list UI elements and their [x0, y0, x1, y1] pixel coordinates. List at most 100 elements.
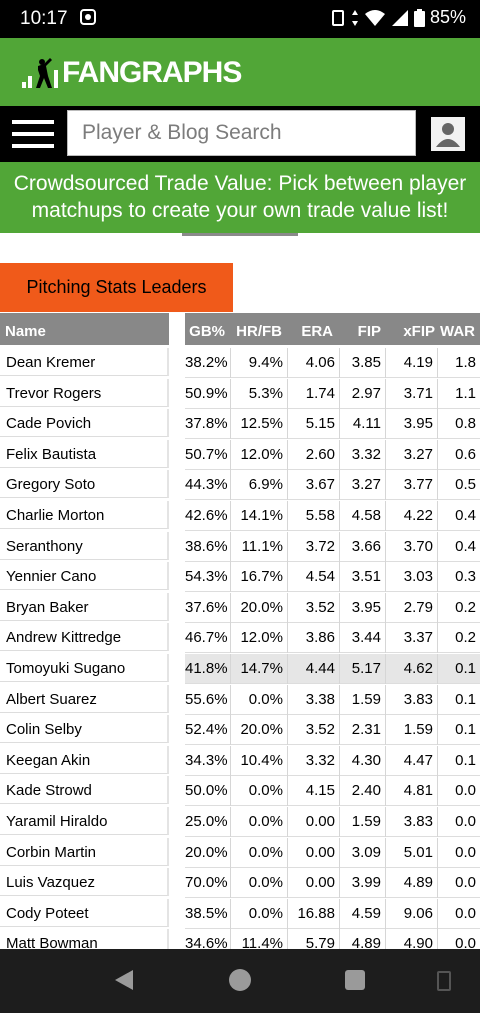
home-icon[interactable] [228, 968, 252, 992]
column-header-hrfb[interactable]: HR/FB [236, 323, 282, 340]
player-name-link[interactable]: Seranthony [0, 531, 169, 560]
xfip-cell: 4.89 [386, 868, 438, 899]
back-icon[interactable] [113, 968, 135, 992]
hrfb-cell: 20.0% [231, 592, 288, 623]
settings-icon [80, 9, 96, 25]
war-cell: 1.8 [455, 354, 476, 371]
pitching-leaders-tab[interactable]: Pitching Stats Leaders [0, 263, 233, 312]
site-header: FANGRAPHS [0, 38, 480, 106]
player-name-link[interactable]: Luis Vazquez [0, 868, 169, 897]
player-name-link[interactable]: Trevor Rogers [0, 378, 169, 407]
batter-icon [22, 58, 58, 88]
stat-cells: 52.4% 20.0% 3.52 2.31 1.59 0.1 [185, 715, 480, 746]
xfip-cell: 3.77 [386, 470, 438, 501]
era-cell: 5.15 [288, 409, 340, 440]
gb-cell: 50.7% [185, 439, 231, 470]
recents-icon[interactable] [344, 969, 366, 991]
fip-cell: 4.11 [340, 409, 386, 440]
table-row: Dean Kremer 38.2% 9.4% 4.06 3.85 4.19 1.8 [0, 348, 480, 379]
player-name-link[interactable]: Tomoyuki Sugano [0, 654, 169, 682]
signal-icon [391, 9, 408, 26]
menu-icon[interactable] [12, 120, 54, 150]
gb-cell: 50.0% [185, 776, 231, 807]
stat-cells: 42.6% 14.1% 5.58 4.58 4.22 0.4 [185, 501, 480, 531]
column-header-xfip[interactable]: xFIP [403, 323, 435, 340]
player-name-link[interactable]: Bryan Baker [0, 592, 169, 621]
era-cell: 2.60 [288, 439, 340, 470]
stat-cells: 50.9% 5.3% 1.74 2.97 3.71 1.1 [185, 378, 480, 409]
gb-cell: 55.6% [185, 684, 231, 715]
fip-cell: 4.58 [340, 501, 386, 531]
trade-value-banner[interactable]: Crowdsourced Trade Value: Pick between p… [0, 162, 480, 233]
status-bar: 10:17 85% [0, 0, 480, 38]
war-cell: 0.1 [455, 690, 476, 708]
player-name-link[interactable]: Cody Poteet [0, 898, 169, 927]
era-cell: 3.52 [288, 715, 340, 746]
fangraphs-logo[interactable]: FANGRAPHS [22, 56, 242, 90]
search-bar [0, 106, 480, 162]
stat-cells: 54.3% 16.7% 4.54 3.51 3.03 0.3 [185, 562, 480, 593]
player-name-link[interactable]: Colin Selby [0, 715, 169, 744]
table-row: Tomoyuki Sugano 41.8% 14.7% 4.44 5.17 4.62 0.1 [0, 654, 480, 685]
era-cell: 5.79 [288, 929, 340, 949]
player-name-link[interactable]: Charlie Morton [0, 501, 169, 529]
player-name-link[interactable]: Dean Kremer [0, 348, 169, 376]
table-row: Yaramil Hiraldo 25.0% 0.0% 0.00 1.59 3.83 0.0 [0, 807, 480, 838]
table-row: Luis Vazquez 70.0% 0.0% 0.00 3.99 4.89 0.0 [0, 868, 480, 899]
stat-cells: 38.2% 9.4% 4.06 3.85 4.19 1.8 [185, 348, 480, 378]
xfip-cell: 3.37 [386, 623, 438, 654]
fip-cell: 3.51 [340, 562, 386, 593]
fip-cell: 2.31 [340, 715, 386, 746]
table-row: Bryan Baker 37.6% 20.0% 3.52 3.95 2.79 0.2 [0, 592, 480, 624]
gb-cell: 38.2% [185, 348, 231, 378]
era-cell: 1.74 [288, 378, 340, 409]
era-cell: 4.15 [288, 776, 340, 807]
stat-cells: 70.0% 0.0% 0.00 3.99 4.89 0.0 [185, 868, 480, 899]
table-row: Charlie Morton 42.6% 14.1% 5.58 4.58 4.22 0.4 [0, 501, 480, 532]
fip-cell: 2.40 [340, 776, 386, 807]
xfip-cell: 3.27 [386, 439, 438, 470]
era-cell: 3.86 [288, 623, 340, 654]
player-name-link[interactable]: Corbin Martin [0, 837, 169, 866]
column-header-era[interactable]: ERA [301, 323, 333, 340]
rotate-icon[interactable] [436, 969, 452, 993]
player-name-link[interactable]: Yaramil Hiraldo [0, 807, 169, 835]
era-cell: 4.54 [288, 562, 340, 593]
column-header-war[interactable]: WAR [440, 323, 475, 340]
column-header-gb[interactable]: GB% [189, 323, 225, 340]
player-name-link[interactable]: Albert Suarez [0, 684, 169, 713]
logo-text: FANGRAPHS [62, 56, 242, 89]
gb-cell: 38.6% [185, 531, 231, 562]
player-name-link[interactable]: Andrew Kittredge [0, 623, 169, 652]
search-input[interactable] [67, 110, 416, 156]
war-cell: 0.0 [455, 874, 476, 892]
player-name-link[interactable]: Keegan Akin [0, 745, 169, 774]
stat-cells: 44.3% 6.9% 3.67 3.27 3.77 0.5 [185, 470, 480, 501]
player-name-link[interactable]: Matt Bowman [0, 929, 169, 949]
pitching-stats-table: Name GB% HR/FB ERA FIP xFIP WAR Dean Kre… [0, 313, 480, 949]
player-name-link[interactable]: Kade Strowd [0, 776, 169, 805]
era-cell: 4.44 [288, 654, 340, 684]
xfip-cell: 4.81 [386, 776, 438, 807]
player-name-link[interactable]: Yennier Cano [0, 562, 169, 591]
player-name-link[interactable]: Felix Bautista [0, 439, 169, 468]
era-cell: 3.38 [288, 684, 340, 715]
stat-cells: 38.5% 0.0% 16.88 4.59 9.06 0.0 [185, 898, 480, 929]
user-account-button[interactable] [431, 117, 465, 151]
stat-cells: 41.8% 14.7% 4.44 5.17 4.62 0.1 [185, 654, 480, 684]
war-cell: 0.0 [455, 843, 476, 861]
data-arrows-icon [351, 9, 358, 26]
war-cell: 0.0 [455, 935, 476, 949]
player-name-link[interactable]: Cade Povich [0, 409, 169, 438]
xfip-cell: 3.71 [386, 378, 438, 409]
table-header-name-cell[interactable]: Name [0, 313, 169, 345]
fip-cell: 3.95 [340, 592, 386, 623]
hrfb-cell: 0.0% [231, 837, 288, 868]
war-cell: 1.1 [455, 384, 476, 402]
player-name-link[interactable]: Gregory Soto [0, 470, 169, 499]
war-cell: 0.0 [455, 813, 476, 830]
column-header-fip[interactable]: FIP [358, 323, 381, 340]
hrfb-cell: 12.0% [231, 439, 288, 470]
hrfb-cell: 5.3% [231, 378, 288, 409]
gb-cell: 34.3% [185, 745, 231, 776]
